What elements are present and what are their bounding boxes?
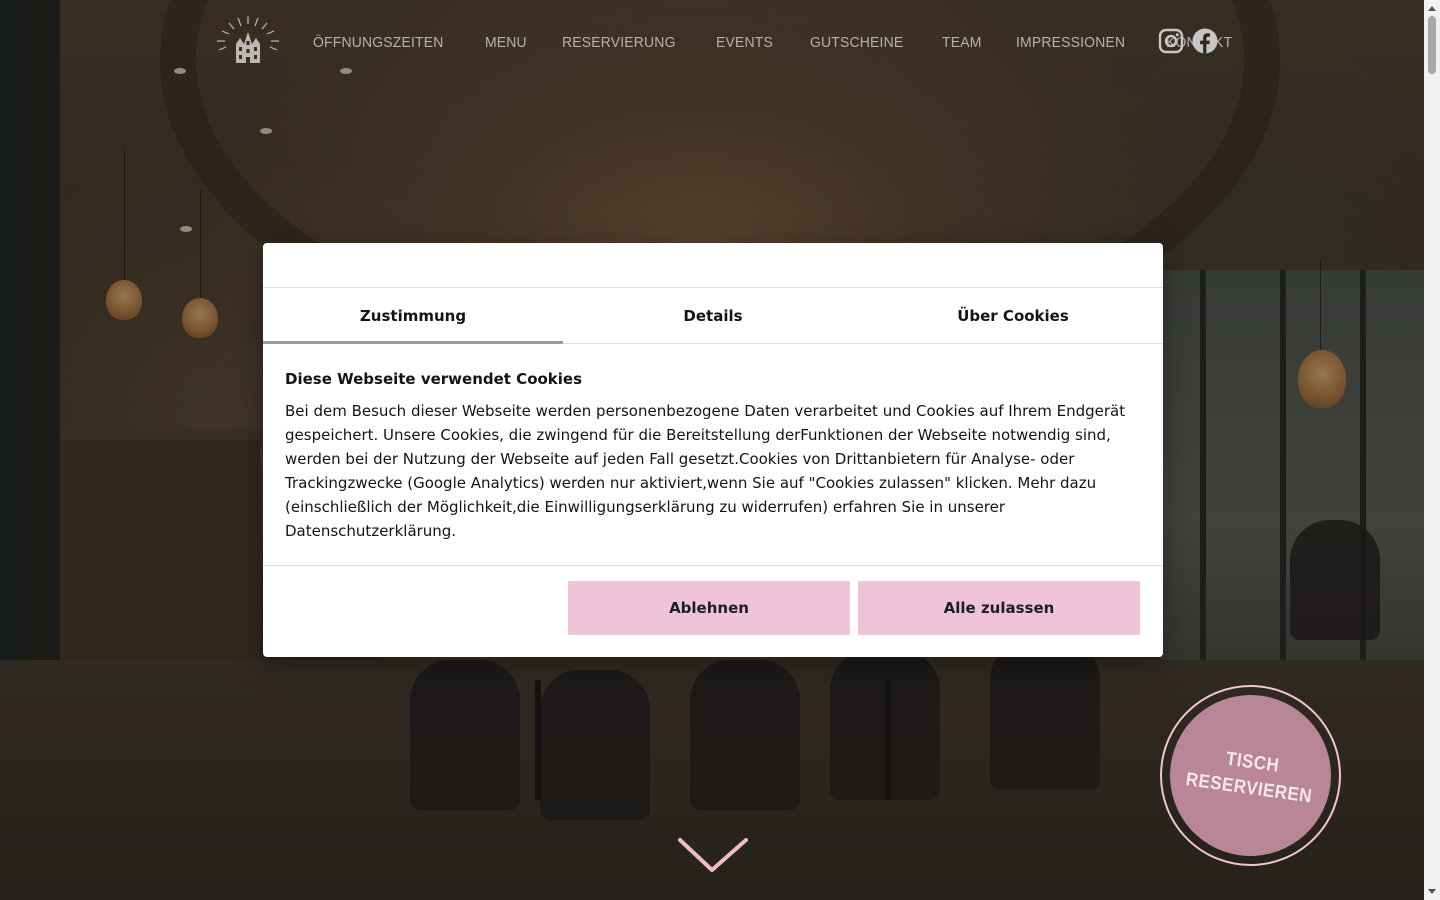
- tab-details[interactable]: Details: [563, 288, 863, 343]
- cookie-actions: Ablehnen Alle zulassen: [568, 581, 1140, 635]
- page-scrollbar[interactable]: [1424, 0, 1440, 900]
- dialog-header: [263, 243, 1163, 288]
- scroll-up-icon[interactable]: [1428, 6, 1436, 11]
- cookie-consent-dialog: Zustimmung Details Über Cookies Diese We…: [263, 243, 1163, 657]
- tab-zustimmung[interactable]: Zustimmung: [263, 288, 563, 344]
- chevron-down-icon[interactable]: [678, 836, 748, 876]
- scrollbar-thumb[interactable]: [1428, 16, 1436, 74]
- accept-all-button[interactable]: Alle zulassen: [858, 581, 1140, 635]
- cookie-body-text: Bei dem Besuch dieser Webseite werden pe…: [285, 402, 1126, 540]
- scroll-down-icon[interactable]: [1428, 889, 1436, 894]
- cookie-heading: Diese Webseite verwendet Cookies: [285, 370, 583, 388]
- decline-button[interactable]: Ablehnen: [568, 581, 850, 635]
- cookie-content: Diese Webseite verwendet Cookies Bei dem…: [263, 344, 1163, 566]
- cookie-tabs: Zustimmung Details Über Cookies: [263, 288, 1163, 344]
- reserve-table-badge[interactable]: TISCH RESERVIEREN: [1159, 684, 1342, 867]
- tab-ueber-cookies[interactable]: Über Cookies: [863, 288, 1163, 343]
